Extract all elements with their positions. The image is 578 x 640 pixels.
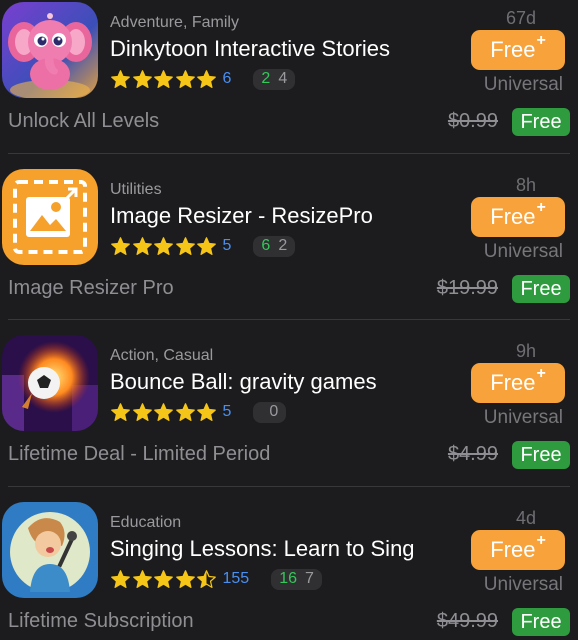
star-icon	[110, 69, 131, 90]
star-icon	[153, 236, 174, 257]
star-icon	[132, 236, 153, 257]
star-rating	[110, 569, 218, 590]
free-badge: Free	[512, 441, 570, 469]
iap-name: Lifetime Deal - Limited Period	[8, 443, 271, 465]
star-icon	[175, 402, 196, 423]
platform-label: Universal	[483, 574, 563, 595]
app-category: Education	[110, 514, 182, 531]
stats-pill: 0	[253, 401, 287, 423]
app-category: Utilities	[110, 181, 162, 198]
elephant-icon[interactable]	[2, 2, 98, 98]
star-icon	[153, 69, 174, 90]
rating-row: 5 6 2	[110, 235, 296, 257]
free-badge: Free	[512, 108, 570, 136]
star-icon	[110, 402, 131, 423]
plus-icon: +	[536, 532, 546, 549]
stats-green-value: 2	[261, 70, 271, 87]
deal-age: 9h	[515, 341, 536, 361]
stats-gray-value: 0	[269, 403, 279, 420]
stats-gray-value: 2	[278, 237, 288, 254]
stats-pill: 2 4	[253, 68, 296, 90]
original-price: $4.99	[447, 443, 498, 465]
free-button-label: Free	[490, 204, 536, 229]
free-button-label: Free	[490, 37, 536, 62]
rating-count: 5	[222, 237, 232, 254]
deal-age: 4d	[515, 508, 536, 528]
deals-list: Adventure, Family Dinkytoon Interactive …	[0, 0, 578, 640]
star-icon	[153, 402, 174, 423]
free-badge: Free	[512, 608, 570, 636]
app-title[interactable]: Bounce Ball: gravity games	[110, 369, 377, 395]
stats-green-value: 6	[261, 237, 271, 254]
plus-icon: +	[536, 365, 546, 382]
star-icon	[196, 402, 217, 423]
star-icon	[132, 69, 153, 90]
image-resize-icon[interactable]	[2, 169, 98, 265]
star-icon	[110, 236, 131, 257]
original-price: $19.99	[436, 277, 498, 299]
free-button-label: Free	[490, 370, 536, 395]
star-rating	[110, 69, 218, 90]
star-icon	[196, 236, 217, 257]
rating-row: 5 0	[110, 401, 287, 423]
stats-gray-value: 4	[278, 70, 288, 87]
star-rating	[110, 402, 218, 423]
platform-label: Universal	[483, 74, 563, 95]
star-icon	[110, 569, 131, 590]
stats-pill: 16 7	[271, 568, 322, 590]
singer-icon[interactable]	[2, 502, 98, 598]
star-icon	[132, 402, 153, 423]
get-free-button[interactable]: Free +	[471, 197, 565, 237]
app-title[interactable]: Singing Lessons: Learn to Sing	[110, 536, 415, 562]
platform-label: Universal	[483, 241, 563, 262]
fire-ball-icon[interactable]	[2, 335, 98, 431]
free-badge: Free	[512, 275, 570, 303]
get-free-button[interactable]: Free +	[471, 30, 565, 70]
app-title[interactable]: Image Resizer - ResizePro	[110, 203, 373, 229]
star-icon	[175, 236, 196, 257]
plus-icon: +	[536, 32, 546, 49]
star-rating	[110, 236, 218, 257]
rating-row: 6 2 4	[110, 68, 296, 90]
iap-name: Unlock All Levels	[8, 110, 160, 132]
rating-count: 5	[222, 403, 232, 420]
deal-age: 67d	[505, 8, 536, 28]
stats-green-value: 16	[279, 570, 297, 587]
iap-name: Image Resizer Pro	[8, 277, 174, 299]
free-button-label: Free	[490, 537, 536, 562]
rating-count: 6	[222, 70, 232, 87]
stats-pill: 6 2	[253, 235, 296, 257]
star-icon	[153, 569, 174, 590]
stats-gray-value: 7	[305, 570, 314, 587]
star-icon	[175, 569, 196, 590]
plus-icon: +	[536, 199, 546, 216]
app-category: Action, Casual	[110, 347, 214, 364]
star-half-icon	[196, 569, 217, 590]
get-free-button[interactable]: Free +	[471, 530, 565, 570]
star-icon	[196, 69, 217, 90]
deal-age: 8h	[515, 175, 536, 195]
rating-count: 155	[222, 570, 250, 587]
original-price: $49.99	[436, 610, 498, 632]
get-free-button[interactable]: Free +	[471, 363, 565, 403]
platform-label: Universal	[483, 407, 563, 428]
iap-name: Lifetime Subscription	[8, 610, 194, 632]
star-icon	[175, 69, 196, 90]
original-price: $0.99	[447, 110, 498, 132]
app-title[interactable]: Dinkytoon Interactive Stories	[110, 36, 390, 62]
star-icon	[132, 569, 153, 590]
app-category: Adventure, Family	[110, 14, 239, 31]
rating-row: 155 16 7	[110, 568, 322, 590]
